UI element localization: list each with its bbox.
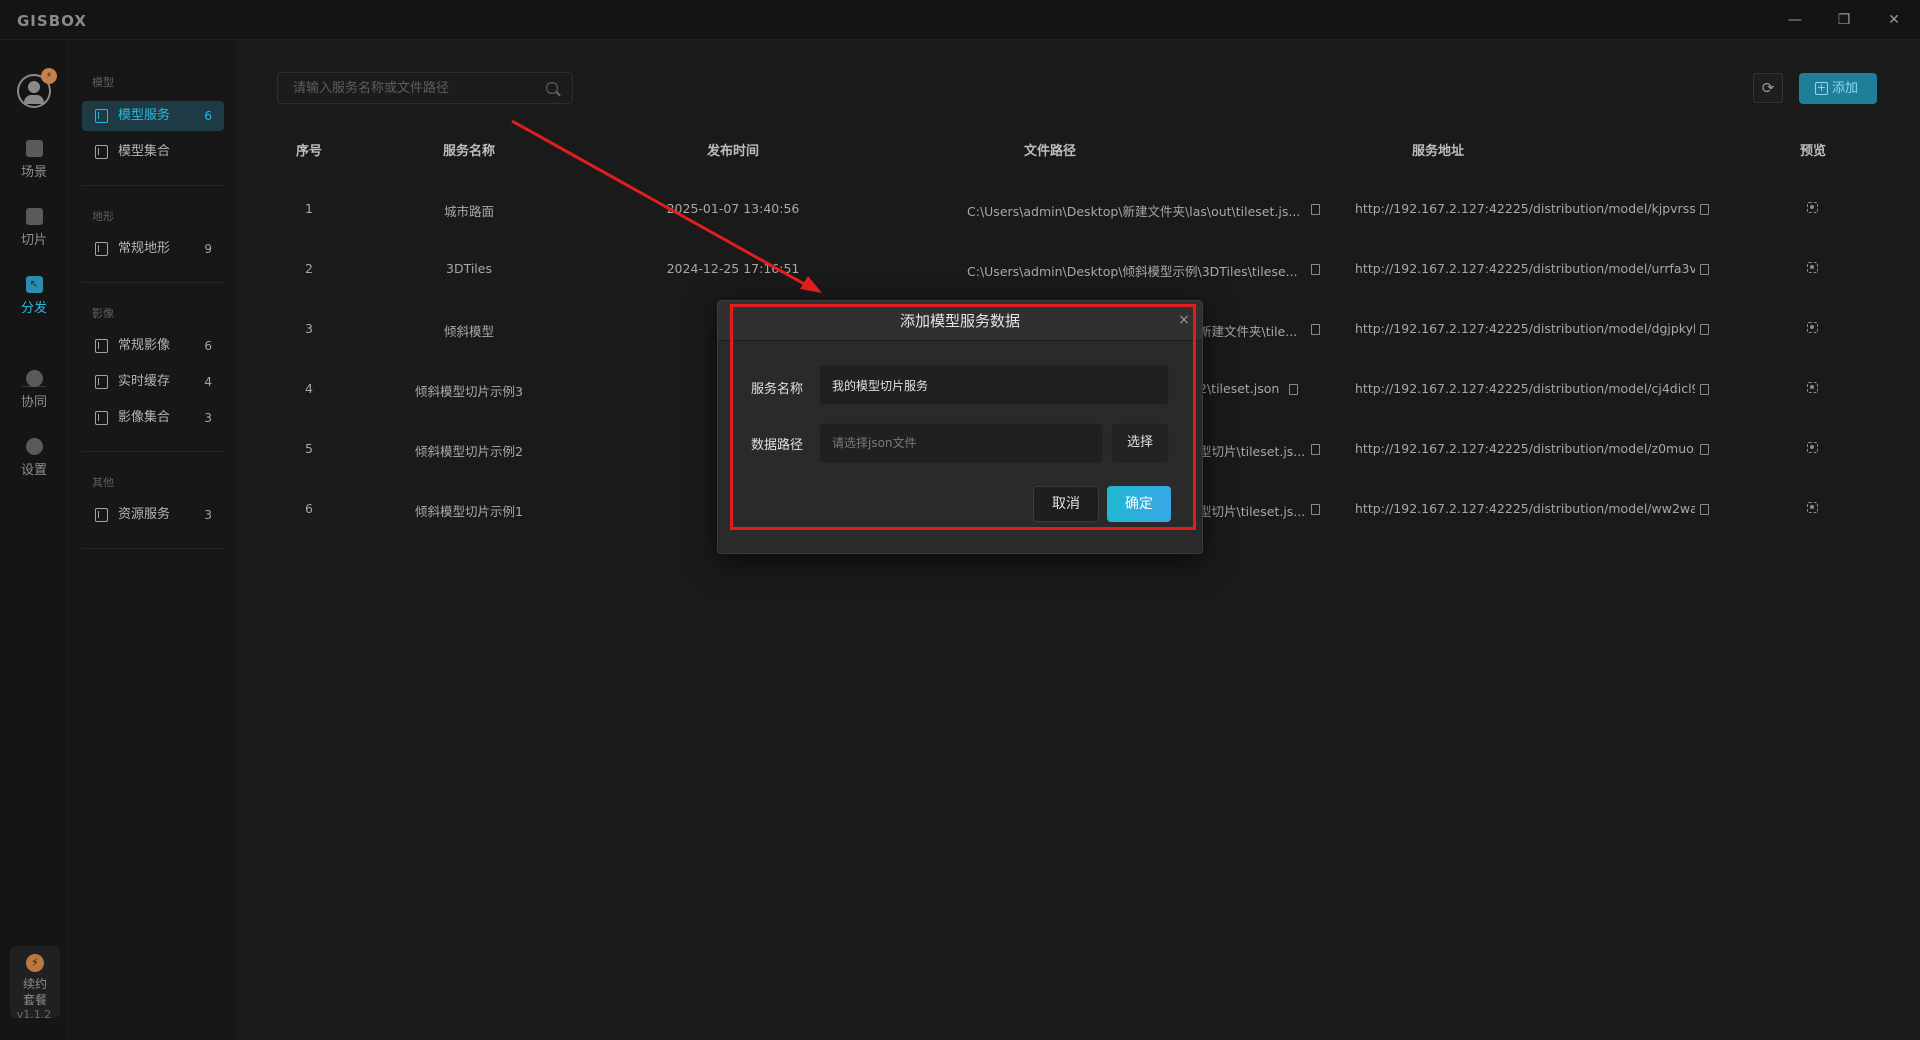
group-label-model: 模型 — [92, 76, 114, 89]
column-header-time: 发布时间 — [706, 144, 759, 159]
column-header-path: 文件路径 — [1023, 144, 1076, 159]
copy-icon[interactable] — [1700, 504, 1709, 515]
cancel-button[interactable]: 取消 — [1033, 486, 1099, 522]
plus-icon: + — [1815, 81, 1828, 95]
group-label-imagery: 影像 — [92, 307, 114, 320]
copy-icon[interactable] — [1700, 264, 1709, 275]
service-name-input[interactable] — [819, 365, 1169, 405]
restore-icon[interactable]: ❐ — [1832, 8, 1856, 32]
terrain-icon — [95, 242, 108, 256]
slice-icon — [25, 208, 43, 225]
sidebar-item-model-service[interactable]: 模型服务 6 — [82, 101, 224, 131]
resource-icon — [95, 508, 108, 522]
column-header-name: 服务名称 — [442, 144, 495, 159]
copy-icon[interactable] — [1700, 444, 1709, 455]
sidebar: 模型 模型服务 6 模型集合 地形 常规地形 9 影像 常规影像 6 实时缓存 … — [68, 40, 236, 1040]
sidebar-divider — [82, 185, 224, 186]
column-header-no: 序号 — [295, 144, 322, 159]
lock-icon — [25, 370, 43, 387]
data-path-label: 数据路径 — [751, 438, 804, 453]
image-icon — [95, 339, 108, 353]
close-icon[interactable]: ✕ — [1882, 8, 1906, 32]
distribute-icon: ↖ — [25, 276, 43, 293]
refresh-icon: ⟳ — [1761, 79, 1775, 97]
rail-item-collab[interactable]: 协同 — [6, 370, 62, 410]
preview-icon[interactable] — [1807, 382, 1818, 393]
copy-icon[interactable] — [1700, 204, 1709, 215]
sidebar-item-resource-service[interactable]: 资源服务 3 — [82, 500, 224, 530]
confirm-button[interactable]: 确定 — [1107, 486, 1171, 522]
add-model-service-dialog: 添加模型服务数据 × 服务名称 数据路径 选择 取消 确定 — [717, 300, 1203, 554]
copy-icon[interactable] — [1311, 504, 1320, 515]
column-header-url: 服务地址 — [1411, 144, 1464, 159]
refresh-button[interactable]: ⟳ — [1753, 73, 1783, 103]
image-icon — [95, 375, 108, 389]
close-icon[interactable]: × — [1176, 312, 1192, 328]
preview-icon[interactable] — [1807, 322, 1818, 333]
group-label-other: 其他 — [92, 476, 114, 489]
service-name-label: 服务名称 — [751, 382, 804, 397]
home-icon — [25, 140, 43, 157]
preview-icon[interactable] — [1807, 502, 1818, 513]
version-label: v1.1.2 — [16, 1008, 52, 1021]
nav-rail: ⚡ 场景 切片 ↖ 分发 协同 设置 ⚡ 续约 套餐 v1.1.2 — [0, 40, 68, 1040]
rail-item-scene[interactable]: 场景 — [6, 140, 62, 180]
search-input[interactable] — [278, 73, 538, 103]
book-icon — [95, 109, 108, 123]
preview-icon[interactable] — [1807, 202, 1818, 213]
rail-item-distribute[interactable]: ↖ 分发 — [6, 276, 62, 316]
data-path-input[interactable] — [819, 423, 1103, 463]
add-button[interactable]: + 添加 — [1799, 73, 1877, 104]
copy-icon[interactable] — [1311, 444, 1320, 455]
search-box — [277, 72, 573, 104]
preview-icon[interactable] — [1807, 442, 1818, 453]
column-header-preview: 预览 — [1799, 144, 1826, 159]
gear-icon — [25, 438, 43, 455]
copy-icon[interactable] — [1311, 324, 1320, 335]
dialog-title: 添加模型服务数据 — [718, 301, 1202, 341]
copy-icon[interactable] — [1311, 264, 1320, 275]
sidebar-item-imagery[interactable]: 常规影像 6 — [82, 331, 224, 361]
search-icon[interactable] — [546, 82, 558, 94]
copy-icon[interactable] — [1700, 384, 1709, 395]
sidebar-divider — [82, 282, 224, 283]
sidebar-divider — [82, 451, 224, 452]
rail-item-slice[interactable]: 切片 — [6, 208, 62, 248]
group-label-terrain: 地形 — [92, 210, 114, 223]
lightning-icon: ⚡ — [41, 68, 57, 84]
app-logo: GISBOX — [17, 12, 87, 30]
image-icon — [95, 411, 108, 425]
title-bar: GISBOX — ❐ ✕ — [0, 0, 1920, 40]
minimize-icon[interactable]: — — [1783, 8, 1807, 32]
select-file-button[interactable]: 选择 — [1111, 423, 1169, 463]
rail-item-settings[interactable]: 设置 — [6, 438, 62, 478]
preview-icon[interactable] — [1807, 262, 1818, 273]
sidebar-item-realtime-cache[interactable]: 实时缓存 4 — [82, 367, 224, 397]
copy-icon[interactable] — [1311, 204, 1320, 215]
copy-icon[interactable] — [1700, 324, 1709, 335]
sidebar-item-imagery-collection[interactable]: 影像集合 3 — [82, 403, 224, 433]
copy-icon[interactable] — [1289, 384, 1298, 395]
lightning-icon: ⚡ — [26, 954, 44, 972]
sidebar-divider — [82, 548, 224, 549]
sidebar-item-terrain[interactable]: 常规地形 9 — [82, 234, 224, 264]
sidebar-item-model-collection[interactable]: 模型集合 — [82, 137, 224, 167]
book-icon — [95, 145, 108, 159]
